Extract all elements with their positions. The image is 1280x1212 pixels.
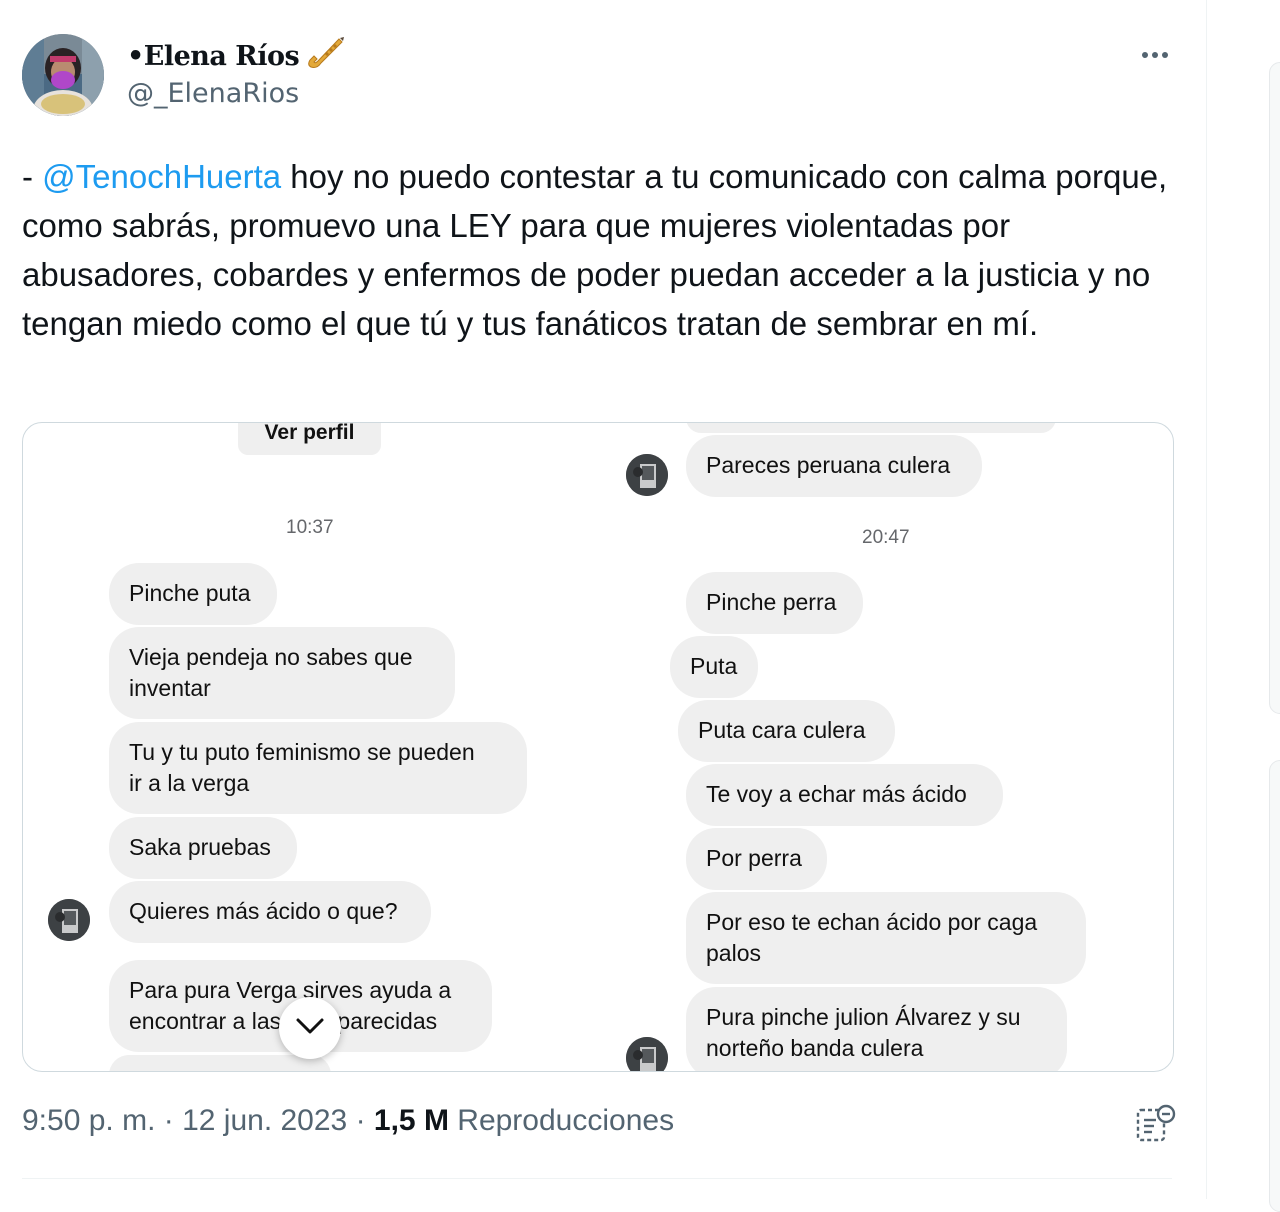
tweet-meta: 9:50 p. m. · 12 jun. 2023 · 1,5 M Reprod… [22,1104,674,1138]
ver-perfil-button: Ver perfil [238,423,381,455]
tweet-date[interactable]: 12 jun. 2023 [182,1104,347,1137]
mention-link[interactable]: @TenochHuerta [42,158,281,195]
sidebar-card [1269,62,1280,714]
right-sidebar [1206,0,1280,1212]
chat-bubble [109,1055,331,1071]
more-icon[interactable] [1132,40,1178,70]
sidebar-card [1269,760,1280,1212]
chevron-down-icon [295,1017,325,1039]
chat-bubble: Por eso te echan ácido por caga palos [686,892,1086,984]
chat-bubble: Te voy a echar más ácido [686,764,1003,826]
tweet-text: - @TenochHuerta hoy no puedo contestar a… [22,152,1182,348]
meta-separator: · [347,1104,374,1137]
sender-avatar [48,899,90,941]
chat-bubble: Pinche perra [686,572,863,634]
scroll-down-button[interactable] [279,997,341,1059]
analytics-icon[interactable] [1134,1102,1178,1146]
tweet-time[interactable]: 9:50 p. m. [22,1104,155,1137]
chat-bubble: Puta [670,636,758,698]
chat-bubble: Por perra [686,828,827,890]
divider [22,1178,1172,1179]
tweet-media[interactable]: Ver perfil 10:37 Pinche puta Vieja pende… [22,422,1174,1072]
chat-time-right: 20:47 [862,527,910,548]
chat-bubble: Quieres más ácido o que? [109,881,431,943]
author-avatar[interactable] [22,34,104,116]
sender-avatar [626,454,668,496]
chat-bubble: Pareces peruana culera [686,435,982,497]
chat-bubble: Tu y tu puto feminismo se pueden ir a la… [109,722,527,814]
chat-bubble [686,423,1056,433]
chat-bubble: Puta cara culera [678,700,895,762]
chat-time-left: 10:37 [286,517,334,538]
chat-bubble: Pinche puta [109,563,277,625]
views-count: 1,5 M [373,1104,449,1137]
tweet-prefix: - [22,158,43,195]
meta-separator: · [155,1104,183,1137]
author-name-text: •Elena Ríos [127,41,300,72]
author-name[interactable]: •Elena Ríos [127,36,345,79]
sender-avatar [626,1037,668,1071]
chat-bubble: Saka pruebas [109,817,297,879]
author-handle[interactable]: @_ElenaRios [127,78,299,109]
views-label: Reproducciones [448,1104,675,1137]
chat-bubble: Vieja pendeja no sabes que inventar [109,627,455,719]
chat-bubble: Pura pinche julion Álvarez y su norteño … [686,987,1067,1071]
saxophone-icon [305,36,345,79]
